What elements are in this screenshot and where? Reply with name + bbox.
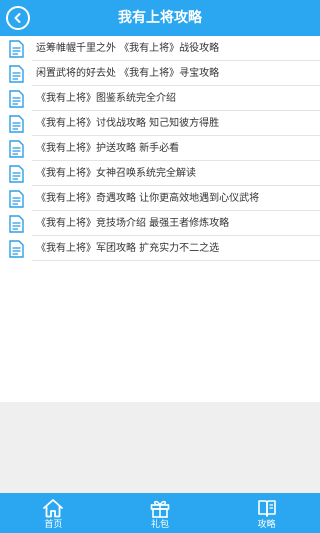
article-list-panel: 运筹帷幄千里之外 《我有上将》战役攻略 闲置武将的好去处 《我有上将》寻宝攻略 (0, 36, 320, 402)
document-icon (9, 140, 24, 158)
tab-label: 攻略 (257, 520, 276, 530)
document-icon (9, 65, 24, 83)
list-item-label: 《我有上将》讨伐战攻略 知己知彼方得胜 (36, 118, 220, 129)
list-item[interactable]: 《我有上将》讨伐战攻略 知己知彼方得胜 (0, 111, 320, 136)
book-icon (256, 498, 278, 518)
tab-gift[interactable]: 礼包 (107, 493, 214, 533)
tab-guide[interactable]: 攻略 (213, 493, 320, 533)
top-bar: 我有上将攻略 (0, 0, 320, 36)
list-item[interactable]: 《我有上将》女神召唤系统完全解读 (0, 161, 320, 186)
bottom-tab-bar: 首页 礼包 攻略 (0, 493, 320, 533)
list-item-label: 《我有上将》奇遇攻略 让你更高效地遇到心仪武将 (36, 193, 260, 204)
tab-home[interactable]: 首页 (0, 493, 107, 533)
document-icon (9, 240, 24, 258)
list-item-label: 《我有上将》女神召唤系统完全解读 (36, 168, 196, 179)
list-item[interactable]: 闲置武将的好去处 《我有上将》寻宝攻略 (0, 61, 320, 86)
home-icon (42, 498, 64, 518)
list-item-label: 《我有上将》图鉴系统完全介绍 (36, 93, 176, 104)
tab-label: 首页 (44, 520, 63, 530)
page-title: 我有上将攻略 (118, 10, 202, 26)
list-item[interactable]: 《我有上将》竞技场介绍 最强王者修炼攻略 (0, 211, 320, 236)
list-item[interactable]: 《我有上将》军团攻略 扩充实力不二之选 (0, 236, 320, 261)
app-screen: 我有上将攻略 运筹帷幄千里之外 《我有上将》战役攻略 闲置武将的好去处 《我有上… (0, 0, 320, 533)
document-icon (9, 215, 24, 233)
list-item[interactable]: 运筹帷幄千里之外 《我有上将》战役攻略 (0, 36, 320, 61)
document-icon (9, 115, 24, 133)
document-icon (9, 40, 24, 58)
list-item[interactable]: 《我有上将》图鉴系统完全介绍 (0, 86, 320, 111)
article-list: 运筹帷幄千里之外 《我有上将》战役攻略 闲置武将的好去处 《我有上将》寻宝攻略 (0, 36, 320, 261)
list-item[interactable]: 《我有上将》护送攻略 新手必看 (0, 136, 320, 161)
list-item-label: 《我有上将》竞技场介绍 最强王者修炼攻略 (36, 218, 230, 229)
list-item-label: 运筹帷幄千里之外 《我有上将》战役攻略 (36, 43, 220, 54)
back-button[interactable] (6, 6, 30, 30)
tab-label: 礼包 (151, 520, 170, 530)
gift-icon (149, 498, 171, 518)
document-icon (9, 190, 24, 208)
document-icon (9, 90, 24, 108)
chevron-left-icon (14, 13, 21, 23)
list-item-label: 《我有上将》护送攻略 新手必看 (36, 143, 180, 154)
list-item-label: 《我有上将》军团攻略 扩充实力不二之选 (36, 243, 220, 254)
document-icon (9, 165, 24, 183)
list-item-label: 闲置武将的好去处 《我有上将》寻宝攻略 (36, 68, 220, 79)
list-item[interactable]: 《我有上将》奇遇攻略 让你更高效地遇到心仪武将 (0, 186, 320, 211)
